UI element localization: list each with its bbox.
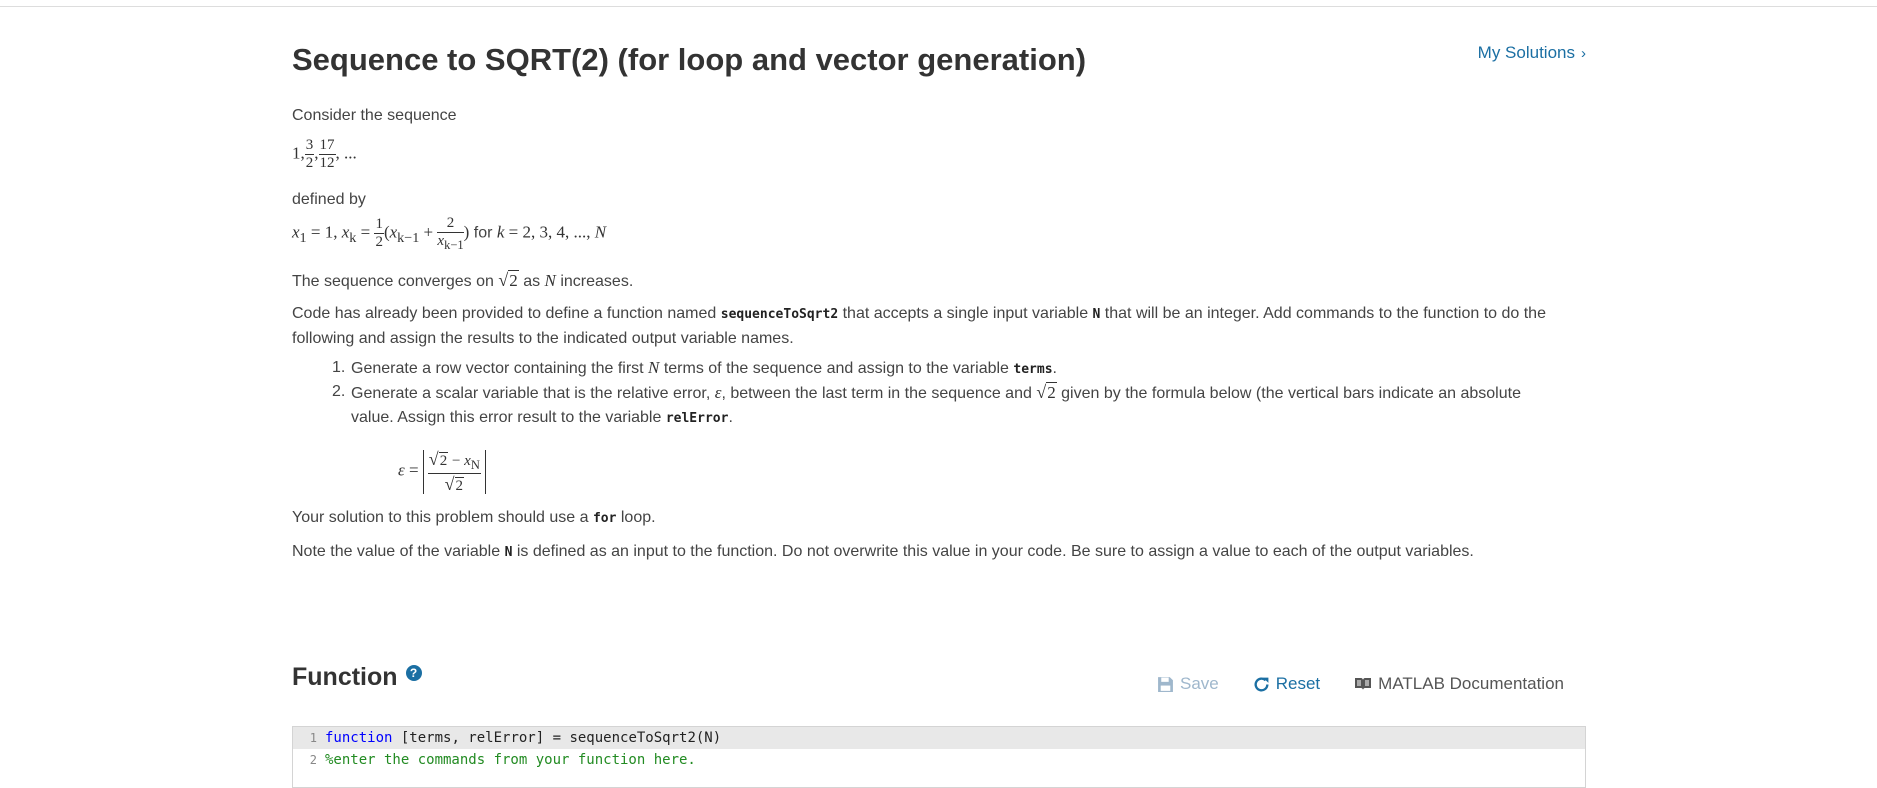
reset-button[interactable]: Reset: [1253, 674, 1320, 694]
fraction-one-half: 12: [374, 216, 384, 251]
for-keyword-code: for: [592, 511, 617, 526]
code-line[interactable]: 1 function [terms, relError] = sequenceT…: [293, 727, 1585, 749]
my-solutions-link[interactable]: My Solutions ›: [1478, 43, 1586, 63]
chevron-right-icon: ›: [1581, 45, 1586, 62]
code-editor[interactable]: 1 function [terms, relError] = sequenceT…: [292, 726, 1586, 788]
save-label: Save: [1180, 674, 1219, 693]
documentation-label: MATLAB Documentation: [1378, 674, 1564, 693]
help-icon[interactable]: ?: [405, 665, 422, 681]
top-divider: [0, 6, 1877, 7]
page-title: Sequence to SQRT(2) (for loop and vector…: [292, 42, 1087, 77]
absolute-value-bars: √2 − xN √2: [422, 450, 486, 494]
sqrt-two: √2: [1036, 382, 1057, 402]
reset-label: Reset: [1275, 674, 1321, 693]
floppy-disk-icon: [1158, 676, 1173, 692]
for-loop-text: Your solution to this problem should use…: [292, 509, 656, 526]
line-number: 2: [309, 753, 317, 767]
intro-text: Consider the sequence: [292, 107, 457, 124]
fraction-17-12: 17 12: [318, 137, 336, 171]
matlab-documentation-button[interactable]: MATLAB Documentation: [1354, 674, 1564, 694]
fraction-two-over-x: 2 xk−1: [437, 215, 464, 252]
function-section-title: Function?: [292, 663, 422, 692]
my-solutions-label: My Solutions: [1477, 43, 1575, 62]
task-list: 1. Generate a row vector containing the f…: [292, 356, 1562, 428]
definition-formula: x1 = 1, xk = 1 2 (xk−1 + 2 xk−1) for k = 2,…: [292, 215, 607, 252]
function-name-code: sequenceToSqrt2: [720, 307, 839, 322]
code-intro-text: Code has already been provided to define…: [292, 305, 1546, 347]
relative-error-formula: ε = √2 − xN √2: [398, 450, 486, 494]
terms-var-code: terms: [1013, 362, 1053, 377]
code-line[interactable]: 2 %enter the commands from your function…: [293, 749, 1585, 771]
list-item: 1. Generate a row vector containing the f…: [332, 358, 1057, 377]
book-icon: [1355, 678, 1372, 690]
line-number: 1: [309, 731, 317, 745]
save-button[interactable]: Save: [1157, 674, 1219, 694]
relerror-var-code: relError: [665, 411, 729, 426]
list-item: 2. Generate a scalar variable that is the…: [332, 382, 1521, 426]
converges-text: The sequence converges on √2 as N increa…: [292, 268, 633, 294]
refresh-icon: [1254, 676, 1269, 691]
note-text: Note the value of the variable N is defi…: [292, 543, 1474, 560]
defined-by-text: defined by: [292, 191, 366, 208]
sequence-formula: 1, 3 2, 17 12, ...: [292, 137, 357, 171]
fraction-3-2: 32: [304, 137, 315, 171]
sqrt-two: √2: [498, 270, 519, 290]
editor-toolbar: Save Reset MATLAB Documentation: [1157, 674, 1564, 694]
